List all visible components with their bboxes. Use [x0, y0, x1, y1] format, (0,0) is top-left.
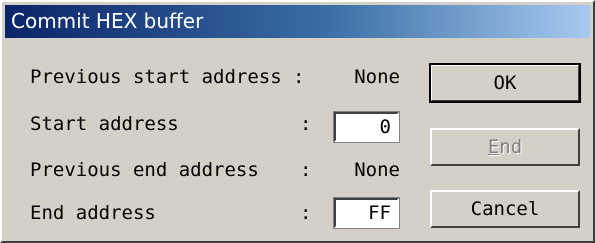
end-button-mnemonic: E — [487, 136, 500, 158]
end-address-input[interactable] — [333, 197, 400, 229]
end-button-label-rest: nd — [499, 136, 523, 158]
commit-hex-buffer-dialog: Commit HEX buffer Previous start address… — [0, 0, 595, 243]
start-address-label: Start address — [30, 113, 179, 135]
end-address-label: End address — [30, 202, 156, 224]
ok-button[interactable]: OK — [429, 63, 581, 103]
previous-end-address-label: Previous end address — [30, 159, 259, 181]
cancel-button[interactable]: Cancel — [430, 190, 580, 228]
dialog-title: Commit HEX buffer — [5, 5, 590, 38]
previous-end-address-value: None — [354, 159, 400, 181]
previous-start-address-value: None — [354, 66, 400, 88]
end-button[interactable]: End — [430, 128, 580, 166]
start-address-colon: : — [300, 113, 312, 135]
end-address-colon: : — [300, 202, 312, 224]
start-address-input[interactable] — [333, 111, 400, 143]
previous-start-address-label: Previous start address — [30, 66, 282, 88]
previous-start-address-colon: : — [293, 66, 305, 88]
